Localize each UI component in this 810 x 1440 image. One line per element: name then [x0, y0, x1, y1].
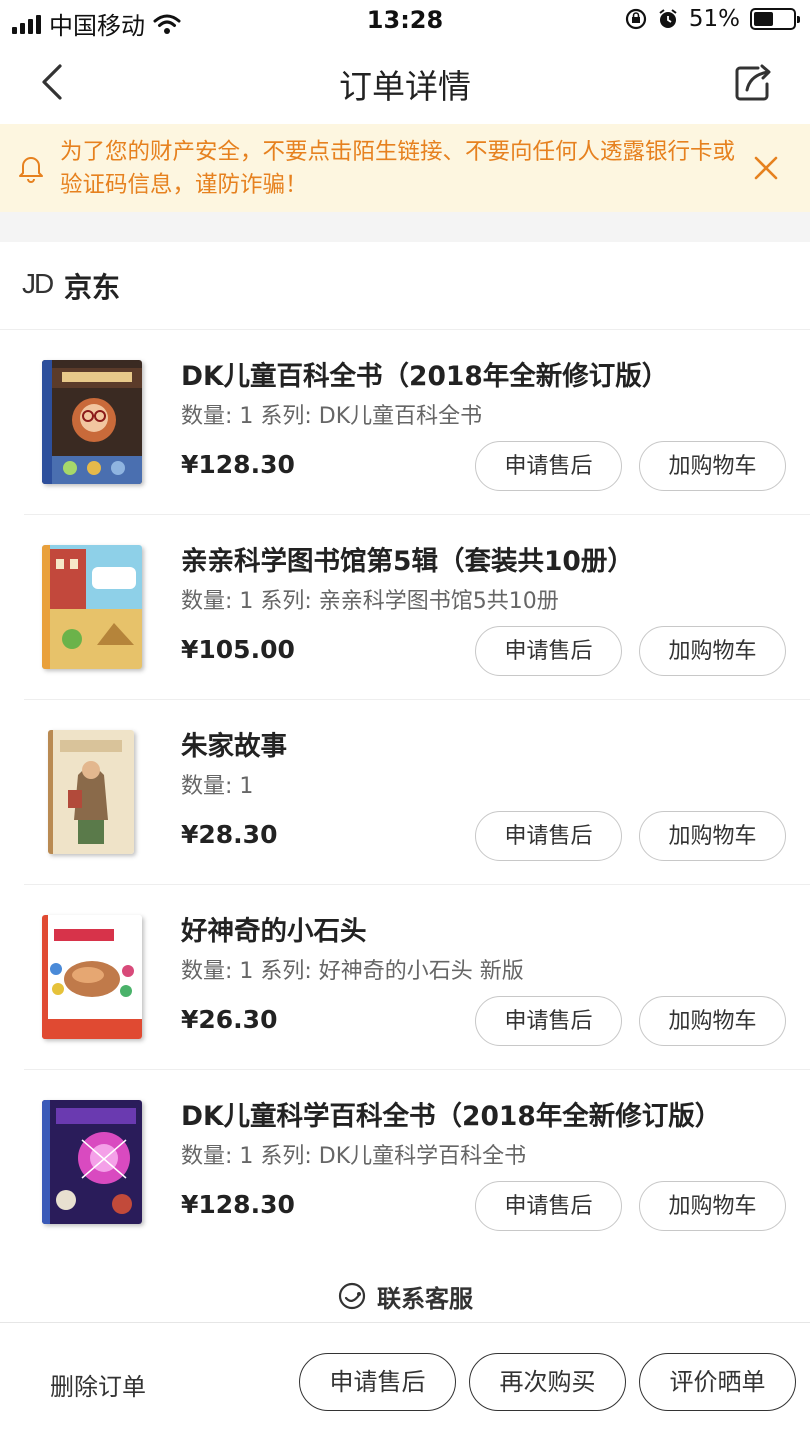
contact-service-button[interactable]: 联系客服 [0, 1272, 810, 1320]
product-cover-image[interactable] [48, 730, 134, 854]
product-list: DK儿童百科全书（2018年全新修订版） 数量: 1 系列: DK儿童百科全书 … [0, 330, 810, 1255]
rotation-lock-icon [625, 8, 646, 30]
delete-order-button[interactable]: 删除订单 [50, 1367, 146, 1402]
review-button[interactable]: 评价晒单 [639, 1353, 796, 1411]
product-meta: 数量: 1 [181, 774, 254, 799]
order-after-sale-button[interactable]: 申请售后 [299, 1353, 456, 1411]
alarm-icon [659, 9, 677, 28]
battery-percent: 51% [688, 6, 740, 32]
after-sale-button[interactable]: 申请售后 [475, 996, 622, 1046]
status-bar: 中国移动 13:28 51% [0, 0, 810, 42]
nav-bar: 订单详情 [0, 42, 810, 124]
notice-text: 为了您的财产安全，不要点击陌生链接、不要向任何人透露银行卡或验证码信息，谨防诈骗… [60, 139, 736, 198]
contact-service-label: 联系客服 [377, 1284, 473, 1313]
close-icon[interactable] [750, 152, 782, 184]
product-item[interactable]: DK儿童百科全书（2018年全新修订版） 数量: 1 系列: DK儿童百科全书 … [24, 330, 810, 515]
share-icon[interactable] [728, 58, 778, 108]
product-item[interactable]: DK儿童科学百科全书（2018年全新修订版） 数量: 1 系列: DK儿童科学百… [24, 1070, 810, 1255]
product-item[interactable]: 亲亲科学图书馆第5辑（套装共10册） 数量: 1 系列: 亲亲科学图书馆5共10… [24, 515, 810, 700]
status-right: 51% [625, 6, 800, 32]
add-to-cart-button[interactable]: 加购物车 [639, 996, 786, 1046]
add-to-cart-button[interactable]: 加购物车 [639, 626, 786, 676]
product-cover-image[interactable] [42, 545, 142, 669]
product-price: ¥128.30 [181, 450, 295, 479]
product-price: ¥28.30 [181, 820, 278, 849]
battery-icon [750, 8, 800, 30]
product-title[interactable]: 好神奇的小石头 [181, 909, 801, 948]
buy-again-button[interactable]: 再次购买 [469, 1353, 626, 1411]
product-meta: 数量: 1 系列: DK儿童百科全书 [181, 404, 483, 429]
bottom-action-bar: 删除订单 申请售后 再次购买 评价晒单 [0, 1322, 810, 1440]
add-to-cart-button[interactable]: 加购物车 [639, 811, 786, 861]
product-item[interactable]: 好神奇的小石头 数量: 1 系列: 好神奇的小石头 新版 ¥26.30 申请售后… [24, 885, 810, 1070]
product-price: ¥26.30 [181, 1005, 278, 1034]
product-meta: 数量: 1 系列: 亲亲科学图书馆5共10册 [181, 589, 559, 614]
product-price: ¥128.30 [181, 1190, 295, 1219]
jd-logo: JD [22, 268, 54, 299]
battery-fill [754, 12, 774, 26]
customer-service-icon [338, 1282, 366, 1310]
after-sale-button[interactable]: 申请售后 [475, 811, 622, 861]
add-to-cart-button[interactable]: 加购物车 [639, 441, 786, 491]
bell-icon [19, 157, 43, 183]
product-cover-image[interactable] [42, 915, 142, 1039]
product-item[interactable]: 朱家故事 数量: 1 ¥28.30 申请售后 加购物车 [24, 700, 810, 885]
product-meta: 数量: 1 系列: 好神奇的小石头 新版 [181, 959, 524, 984]
product-title[interactable]: DK儿童百科全书（2018年全新修订版） [181, 354, 801, 393]
shop-header[interactable]: JD 京东 [0, 242, 810, 330]
after-sale-button[interactable]: 申请售后 [475, 1181, 622, 1231]
after-sale-button[interactable]: 申请售后 [475, 626, 622, 676]
product-meta: 数量: 1 系列: DK儿童科学百科全书 [181, 1144, 527, 1169]
product-title[interactable]: 朱家故事 [181, 724, 801, 763]
product-price: ¥105.00 [181, 635, 295, 664]
product-title[interactable]: DK儿童科学百科全书（2018年全新修订版） [181, 1094, 801, 1133]
add-to-cart-button[interactable]: 加购物车 [639, 1181, 786, 1231]
page-title: 订单详情 [339, 67, 471, 106]
shop-name: 京东 [64, 271, 121, 304]
product-title[interactable]: 亲亲科学图书馆第5辑（套装共10册） [181, 539, 801, 578]
after-sale-button[interactable]: 申请售后 [475, 441, 622, 491]
section-divider [0, 212, 810, 242]
security-notice: 为了您的财产安全，不要点击陌生链接、不要向任何人透露银行卡或验证码信息，谨防诈骗… [0, 124, 810, 212]
product-cover-image[interactable] [42, 360, 142, 484]
product-cover-image[interactable] [42, 1100, 142, 1224]
